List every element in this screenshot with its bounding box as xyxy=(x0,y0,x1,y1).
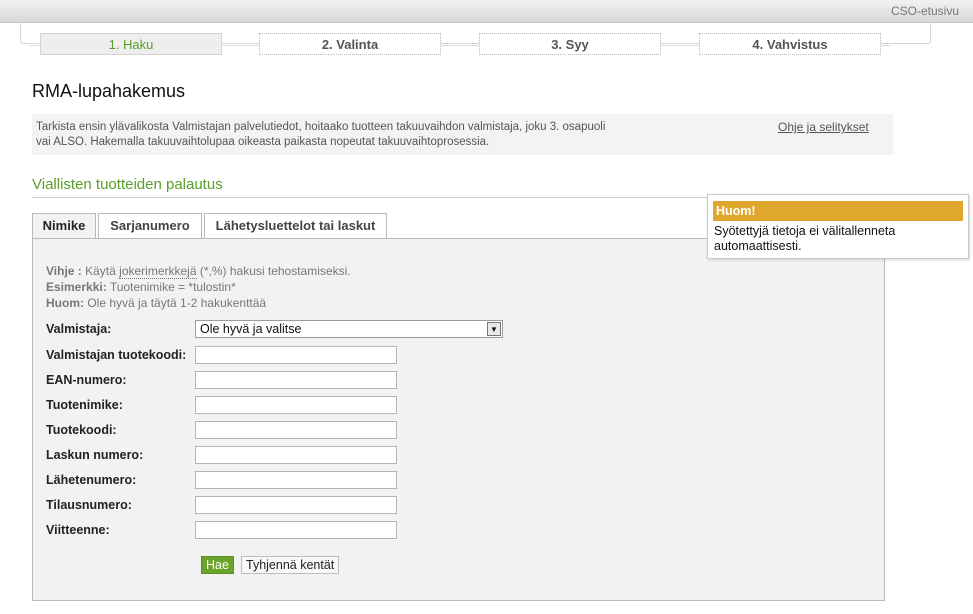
step-valinta[interactable]: 2. Valinta xyxy=(259,33,441,55)
step-haku[interactable]: 1. Haku xyxy=(40,33,222,55)
product-name-input[interactable] xyxy=(195,396,397,414)
hint-huom-label: Huom: xyxy=(46,296,84,310)
field-label: Valmistajan tuotekoodi: xyxy=(46,348,187,362)
field-label: Laskun numero: xyxy=(46,448,144,462)
field-label: EAN-numero: xyxy=(46,373,127,387)
manufacturer-label: Valmistaja: xyxy=(46,322,112,336)
manufacturer-select[interactable]: Ole hyvä ja valitse ▼ xyxy=(195,320,503,338)
help-link[interactable]: Ohje ja selitykset xyxy=(778,120,869,134)
order-number-input[interactable] xyxy=(195,496,397,514)
dropdown-arrow-icon[interactable]: ▼ xyxy=(487,322,501,336)
manufacturer-code-input[interactable] xyxy=(195,346,397,364)
invoice-number-input[interactable] xyxy=(195,446,397,464)
notice-box: Huom! Syötettyjä tietoja ei välitallenne… xyxy=(707,194,969,259)
hint-vihje-post: (*,%) hakusi tehostamiseksi. xyxy=(196,264,351,278)
field-label: Tuotenimike: xyxy=(46,398,123,412)
page-title: RMA-lupahakemus xyxy=(32,81,186,101)
tab-sarjanumero[interactable]: Sarjanumero xyxy=(98,213,202,238)
notice-title: Huom! xyxy=(713,201,963,221)
info-text: Tarkista ensin ylävalikosta Valmistajan … xyxy=(36,121,606,148)
hint-vihje-label: Vihje : xyxy=(46,264,82,278)
home-link[interactable]: CSO-etusivu xyxy=(891,4,959,18)
reference-input[interactable] xyxy=(195,521,397,539)
notice-text: Syötettyjä tietoja ei välitallenneta aut… xyxy=(714,224,896,253)
field-label: Tilausnumero: xyxy=(46,498,132,512)
step-vahvistus[interactable]: 4. Vahvistus xyxy=(699,33,881,55)
section-title: Viallisten tuotteiden palautus xyxy=(32,176,223,193)
manufacturer-selected-value: Ole hyvä ja valitse xyxy=(200,322,302,336)
info-box: Tarkista ensin ylävalikosta Valmistajan … xyxy=(32,114,893,155)
search-button[interactable]: Hae xyxy=(201,556,234,574)
search-panel: Vihje : Käytä jokerimerkkejä (*,%) hakus… xyxy=(32,238,885,601)
field-label: Viitteenne: xyxy=(46,523,110,537)
hint-esimerkki-text: Tuotenimike = *tulostin* xyxy=(106,280,236,294)
top-bar: CSO-etusivu xyxy=(0,0,973,23)
search-hint: Vihje : Käytä jokerimerkkejä (*,%) hakus… xyxy=(46,263,351,311)
hint-huom-text: Ole hyvä ja täytä 1-2 hakukenttää xyxy=(84,296,267,310)
clear-fields-button[interactable]: Tyhjennä kentät xyxy=(241,556,340,574)
hint-esimerkki-label: Esimerkki: xyxy=(46,280,107,294)
tab-nimike[interactable]: Nimike xyxy=(32,213,96,239)
product-code-input[interactable] xyxy=(195,421,397,439)
field-label: Lähetenumero: xyxy=(46,473,137,487)
hint-vihje-pre: Käytä xyxy=(81,264,120,278)
field-label: Tuotekoodi: xyxy=(46,423,117,437)
wildcard-link[interactable]: jokerimerkkejä xyxy=(119,264,197,279)
step-syy[interactable]: 3. Syy xyxy=(479,33,661,55)
delivery-note-input[interactable] xyxy=(195,471,397,489)
tab-lahetysluettelot[interactable]: Lähetysluettelot tai laskut xyxy=(204,213,387,238)
ean-input[interactable] xyxy=(195,371,397,389)
